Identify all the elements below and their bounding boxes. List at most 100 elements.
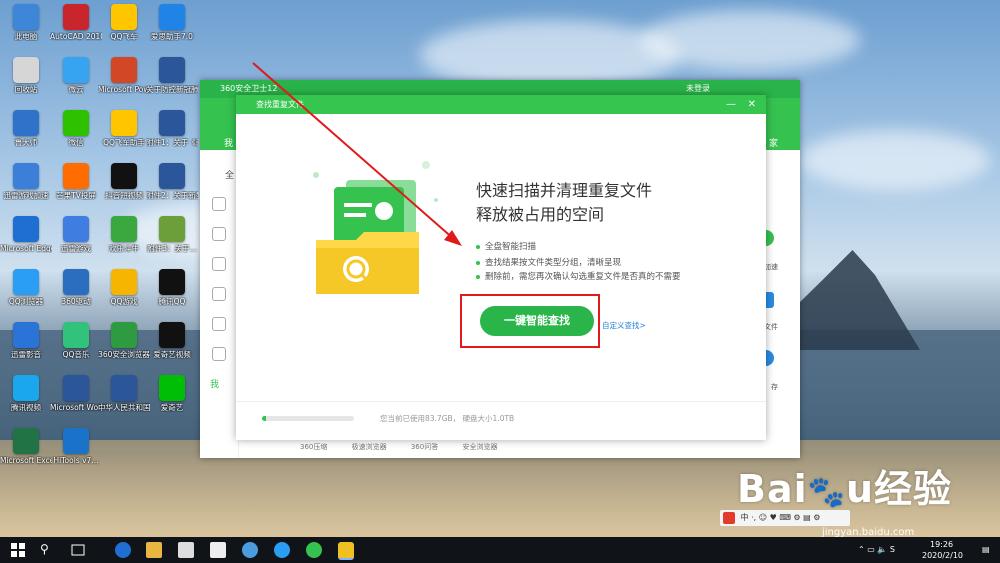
desktop-icon[interactable]: 中华人民共和国关于... (98, 375, 150, 412)
desktop-icon[interactable]: 迅雷游戏加速 (0, 163, 52, 200)
desktop-app-icon (111, 163, 137, 189)
bottom-link[interactable]: 360压缩 (300, 443, 327, 451)
desktop-icon[interactable]: AutoCAD 2010 - S... (50, 4, 102, 41)
desktop-app-icon (63, 322, 89, 348)
desktop-icon-label: Microsoft PowerPoi... (98, 85, 150, 94)
desktop-icon[interactable]: 附件1：关于《新型冠状... (146, 110, 198, 147)
desktop-icon[interactable]: QQ游戏 (98, 269, 150, 306)
desktop-app-icon (13, 375, 39, 401)
desktop-icon[interactable]: 腾讯视频 (0, 375, 52, 412)
desktop-icon[interactable]: 迅雷游戏 (50, 216, 102, 253)
store-icon[interactable] (178, 542, 194, 558)
bottom-link[interactable]: 极速浏览器 (352, 443, 387, 451)
tab-left[interactable]: 我 (224, 136, 233, 149)
360-icon[interactable] (306, 542, 322, 558)
desktop-icon[interactable]: 爱奇艺 (146, 375, 198, 412)
clock-time: 19:26 (930, 540, 954, 549)
desktop-icon[interactable]: 爱思助手7.0 (146, 4, 198, 41)
desktop-icon-label: 附件2：关于新型冠状... (146, 191, 198, 200)
sidebar-label: 全 (224, 171, 234, 181)
desktop-icon[interactable]: QQ飞车 (98, 4, 150, 41)
desktop-app-icon (13, 4, 39, 30)
desktop-icon[interactable]: 迅雷影音 (0, 322, 52, 359)
disk-usage-text: 您当前已使用83.7GB， 硬盘大小1.0TB (380, 414, 515, 423)
desktop-icon-label: QQ游戏 (110, 297, 138, 306)
desktop-icon[interactable]: 回收站 (0, 57, 52, 94)
desktop-app-icon (63, 269, 89, 295)
desktop-icon[interactable]: 微云 (50, 57, 102, 94)
desktop-icon[interactable]: 鲁大师 (0, 110, 52, 147)
desktop-icon[interactable]: QQ浏览器 (0, 269, 52, 306)
clock-date: 2020/2/10 (922, 551, 964, 560)
desktop-icon[interactable]: 微信 (50, 110, 102, 147)
360-guard-icon[interactable] (338, 542, 354, 560)
close-button[interactable]: ✕ (748, 95, 756, 114)
tab-right[interactable]: 家 (769, 136, 778, 149)
desktop-icon[interactable]: 附件3：关于... (146, 216, 198, 253)
sidebar-icon[interactable] (212, 227, 226, 241)
desktop-icon[interactable]: 360安全浏览器 (98, 322, 150, 359)
desktop-icon[interactable]: 爱奇艺视频 (146, 322, 198, 359)
right-label-speedup: 加速 (764, 263, 778, 271)
desktop-icon-label: Microsoft Word 2010 (50, 403, 102, 412)
desktop-app-icon (159, 163, 185, 189)
main-window-bottom-links: 360压缩 极速浏览器 360问答 安全浏览器 (300, 442, 519, 452)
desktop-icon[interactable]: Microsoft Excel 2010 (0, 428, 52, 465)
baidu-jingyan-logo: Bai🐾u经验 (737, 467, 953, 511)
browser-icon[interactable] (242, 542, 258, 558)
notification-icon[interactable]: ▤ (982, 545, 990, 554)
sidebar-icon[interactable] (212, 317, 226, 331)
tray-icons[interactable]: ⌃ ▭ 🔈 S (858, 545, 895, 554)
file-explorer-icon[interactable] (146, 542, 162, 558)
desktop-icon[interactable]: Microsoft Edge (0, 216, 52, 253)
custom-search-link[interactable]: 自定义查找> (602, 320, 646, 331)
dialog-subheadline: 释放被占用的空间 (476, 205, 605, 224)
annotation-highlight-box (460, 294, 600, 348)
desktop-app-icon (159, 269, 185, 295)
task-view-icon[interactable] (70, 542, 86, 558)
edge-icon[interactable] (115, 542, 131, 558)
qq-browser-icon[interactable] (274, 542, 290, 558)
desktop-icon[interactable]: 360驱动 (50, 269, 102, 306)
ime-status: 中 ·, ☺ ♥ ⌨ ⚙ ▤ ⚙ (740, 513, 821, 522)
sidebar-icon[interactable] (212, 257, 226, 271)
desktop-icon[interactable]: Microsoft Word 2010 (50, 375, 102, 412)
desktop-icon[interactable]: 附件2：关于新型冠状... (146, 163, 198, 200)
bottom-link[interactable]: 安全浏览器 (462, 443, 497, 451)
desktop-app-icon (111, 375, 137, 401)
search-icon[interactable]: ⚲ (40, 542, 56, 558)
sidebar-icon[interactable] (212, 197, 226, 211)
dialog-footer: 您当前已使用83.7GB， 硬盘大小1.0TB (236, 401, 766, 440)
sidebar-icon[interactable] (212, 287, 226, 301)
desktop-icon[interactable]: 此电脑 (0, 4, 52, 41)
desktop-icon[interactable]: QQ飞车助手 (98, 110, 150, 147)
bottom-link[interactable]: 360问答 (411, 443, 438, 451)
desktop-icon[interactable]: HiTools v7... (50, 428, 102, 465)
sidebar-bottom-label[interactable]: 我 (200, 377, 238, 390)
desktop-icon[interactable]: QQ音乐 (50, 322, 102, 359)
desktop-icon-label: 附件3：关于... (147, 244, 197, 253)
sidebar-icon[interactable] (212, 347, 226, 361)
dialog-titlebar: 查找重复文件 — ✕ (236, 95, 766, 114)
mail-icon[interactable] (210, 542, 226, 558)
minimize-button[interactable]: — (726, 95, 736, 114)
desktop-icon-label: 360安全浏览器 (98, 350, 150, 359)
main-window-sidebar: 全 我 (200, 150, 239, 458)
dialog-headline: 快速扫描并清理重复文件 (476, 181, 653, 200)
desktop-icon[interactable]: 欢乐斗牛 (98, 216, 150, 253)
desktop-icon-label: 360驱动 (61, 297, 91, 306)
desktop-icon-label: 芒果TV投屏 (56, 191, 96, 200)
desktop-icon[interactable]: 芒果TV投屏 (50, 163, 102, 200)
desktop-icon-label: 微云 (68, 85, 84, 94)
desktop-icon[interactable]: 腾讯QQ (146, 269, 198, 306)
desktop-icon[interactable]: 抖音短视频 (98, 163, 150, 200)
feature-item: 删除前，需您再次确认勾选重复文件是否真的不需要 (476, 270, 681, 282)
desktop-icon-label: 爱奇艺 (160, 403, 184, 412)
desktop-icon[interactable]: Microsoft PowerPoi... (98, 57, 150, 94)
desktop-icon[interactable]: 关于防控新冠肺炎疫情... (146, 57, 198, 94)
desktop-app-icon (13, 428, 39, 454)
desktop-icon-label: 腾讯QQ (158, 297, 186, 306)
start-button[interactable] (10, 542, 26, 558)
desktop-icon-label: 微信 (68, 138, 84, 147)
ime-toolbar[interactable]: 中 ·, ☺ ♥ ⌨ ⚙ ▤ ⚙ (720, 510, 850, 526)
